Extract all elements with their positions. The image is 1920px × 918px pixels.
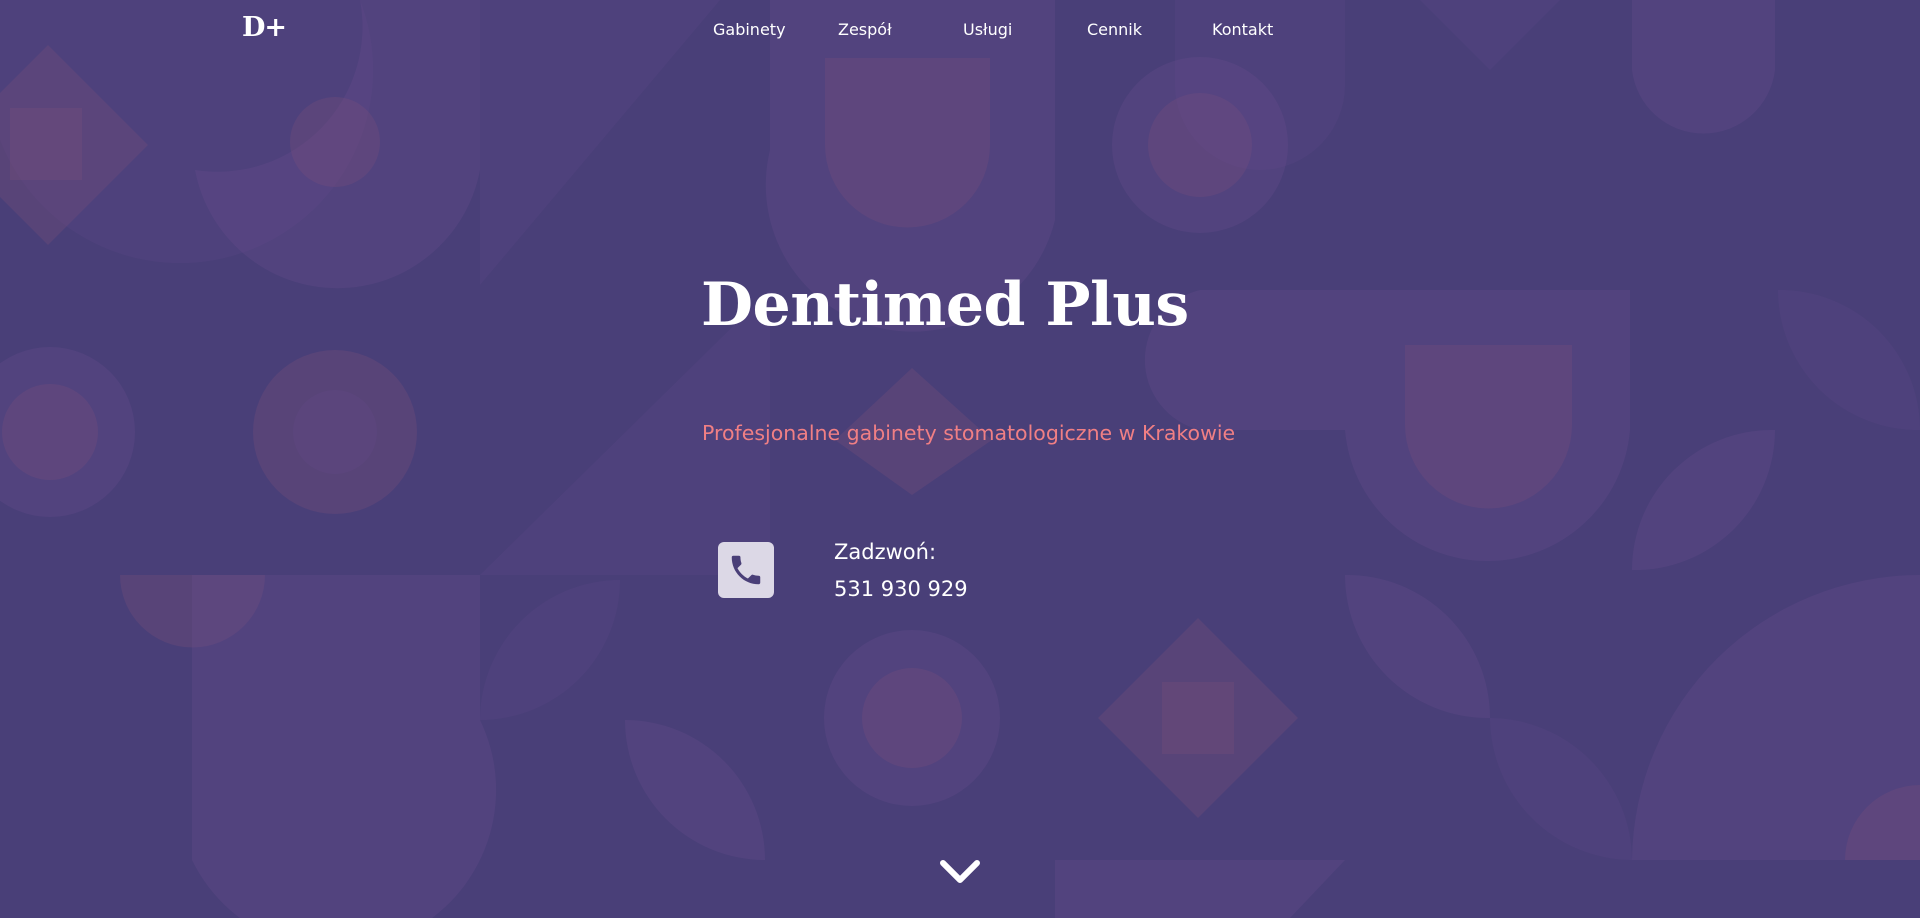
nav-zespol[interactable]: Zespół: [838, 20, 892, 39]
nav-uslugi[interactable]: Usługi: [963, 20, 1012, 39]
page-title: Dentimed Plus: [701, 270, 1189, 340]
nav-cennik[interactable]: Cennik: [1087, 20, 1142, 39]
nav-gabinety[interactable]: Gabinety: [713, 20, 786, 39]
chevron-down-icon[interactable]: [938, 856, 982, 888]
background-pattern: [0, 0, 1920, 918]
page-subtitle: Profesjonalne gabinety stomatologiczne w…: [702, 421, 1236, 445]
nav-kontakt[interactable]: Kontakt: [1212, 20, 1273, 39]
call-label: Zadzwoń:: [834, 540, 937, 564]
main-nav: Gabinety Zespół Usługi Cennik Kontakt: [0, 20, 1920, 44]
phone-icon[interactable]: [718, 542, 774, 598]
phone-number-link[interactable]: 531 930 929: [834, 577, 968, 601]
